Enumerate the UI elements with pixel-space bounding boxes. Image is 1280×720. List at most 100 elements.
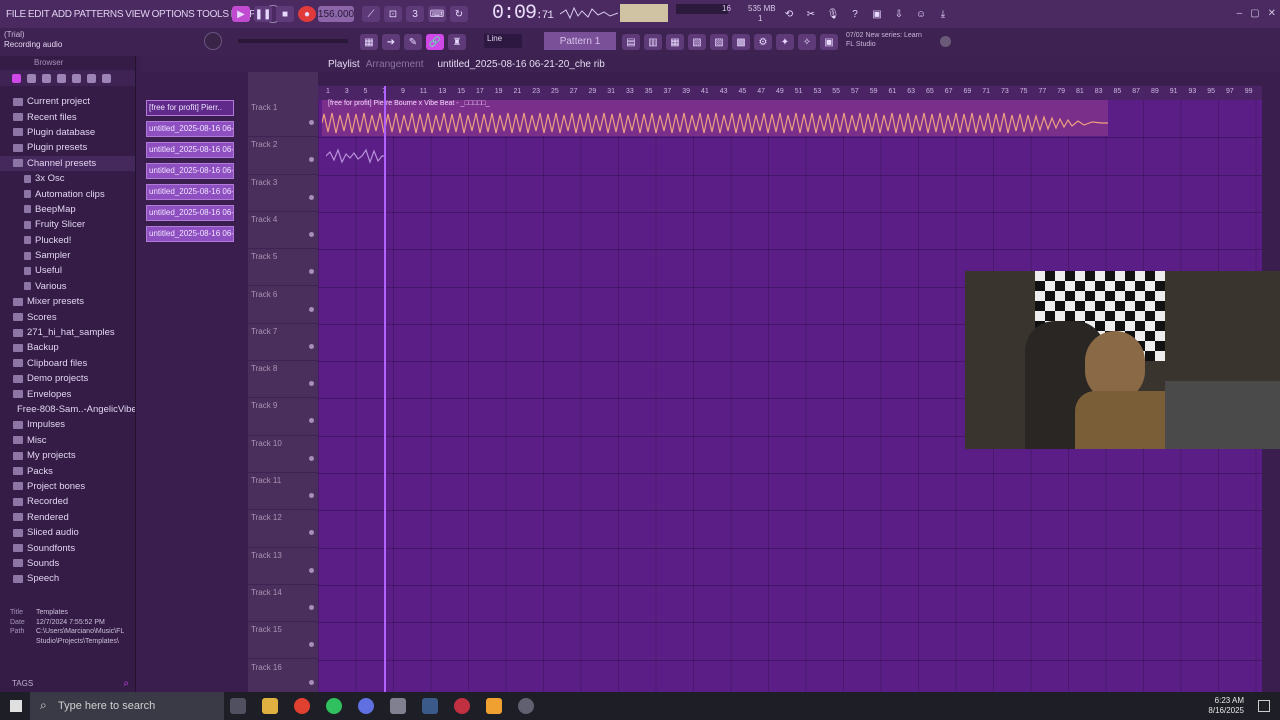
maximize-icon[interactable]: ▢ [1250, 8, 1259, 19]
audio-clip[interactable]: [free for profit] Pierre Bourne x Vibe B… [322, 100, 1108, 136]
master-pitch-slider[interactable] [238, 39, 348, 43]
track-header[interactable]: Track 6 [248, 287, 318, 324]
track-header[interactable]: Track 1 [248, 100, 318, 138]
timeline-ruler[interactable]: 1357911131517192123252729313335373941434… [318, 86, 1262, 100]
browser-item[interactable]: 3x Osc [0, 171, 135, 186]
browser-item[interactable]: Project bones [0, 479, 135, 494]
undo-icon[interactable]: ⟲ [780, 6, 798, 22]
obs-icon[interactable] [454, 698, 470, 714]
tempo-display[interactable]: 156.000 [318, 6, 354, 22]
track-header[interactable]: Track 5 [248, 249, 318, 287]
recorded-audio-clip[interactable] [326, 144, 386, 168]
browser-item[interactable]: Packs [0, 463, 135, 478]
track-mute-icon[interactable] [309, 269, 314, 275]
browser-item[interactable]: BeepMap [0, 202, 135, 217]
piano-roll-icon[interactable]: ▥ [644, 34, 662, 50]
track-header[interactable]: Track 9 [248, 398, 318, 436]
touch-controller-icon[interactable]: ✦ [776, 34, 794, 50]
browser-item[interactable]: Sounds [0, 556, 135, 571]
browser-item[interactable]: 271_hi_hat_samples [0, 325, 135, 340]
track-mute-icon[interactable] [309, 343, 314, 349]
metronome-icon[interactable]: ⟋ [362, 6, 380, 22]
browser-item[interactable]: Channel presets [0, 155, 135, 171]
media-app-icon[interactable] [390, 698, 406, 714]
track-mute-icon[interactable] [309, 493, 314, 498]
step-edit-icon[interactable]: ⌨ [428, 6, 446, 22]
track-mute-icon[interactable] [309, 418, 314, 424]
menu-tools[interactable]: TOOLS [196, 9, 229, 20]
menu-view[interactable]: VIEW [125, 9, 150, 20]
menu-patterns[interactable]: PATTERNS [74, 9, 124, 20]
loop-record-icon[interactable]: ↻ [450, 6, 468, 22]
clip-button[interactable]: untitled_2025-08-16 06-.. [146, 163, 234, 179]
track-mute-icon[interactable] [309, 455, 314, 461]
stamp-icon[interactable]: ♜ [448, 34, 466, 50]
track-mute-icon[interactable] [309, 231, 314, 237]
cloud-icon[interactable] [72, 73, 81, 83]
project-info-icon[interactable]: ▩ [732, 34, 750, 50]
browser-item[interactable]: Automation clips [0, 186, 135, 201]
record-button[interactable]: ● [298, 6, 316, 22]
main-pitch-knob[interactable] [204, 32, 222, 50]
browser-item[interactable]: Envelopes [0, 386, 135, 401]
track-header[interactable]: Track 13 [248, 548, 318, 585]
stop-button[interactable]: ■ [276, 6, 294, 22]
mixer-icon[interactable]: ▧ [688, 34, 706, 50]
clip-button[interactable]: untitled_2025-08-16 06-.. [146, 142, 234, 158]
link-icon[interactable]: 🔗 [426, 34, 444, 50]
browser-item[interactable]: Impulses [0, 417, 135, 432]
browser-item[interactable]: Misc [0, 433, 135, 448]
minimize-icon[interactable]: – [1237, 8, 1243, 19]
start-icon[interactable] [10, 700, 22, 712]
chat-icon[interactable]: ☺ [912, 6, 930, 22]
spotify-icon[interactable] [326, 698, 342, 714]
steam-icon[interactable] [422, 698, 438, 714]
star-icon[interactable] [87, 73, 96, 83]
download-icon[interactable]: ⤓ [934, 6, 952, 22]
track-mute-icon[interactable] [309, 157, 314, 163]
song-mode-button[interactable]: ▶ [232, 6, 250, 22]
channel-rack-icon[interactable]: ▦ [666, 34, 684, 50]
browser-item[interactable]: Current project [0, 94, 135, 109]
browser-icon[interactable]: ▨ [710, 34, 728, 50]
track-mute-icon[interactable] [309, 306, 314, 312]
clip-button[interactable]: untitled_2025-08-16 06-.. [146, 205, 234, 221]
browser-item[interactable]: Sampler [0, 248, 135, 263]
track-header[interactable]: Track 10 [248, 436, 318, 473]
track-header[interactable]: Track 7 [248, 324, 318, 362]
track-header[interactable]: Track 4 [248, 212, 318, 250]
browser-item[interactable]: Scores [0, 309, 135, 324]
playlist-icon[interactable]: ▤ [622, 34, 640, 50]
track-header[interactable]: Track 14 [248, 585, 318, 623]
pattern-selector[interactable]: Pattern 1 [544, 32, 616, 50]
arrow-icon[interactable]: ➜ [382, 34, 400, 50]
browser-item[interactable]: Recent files [0, 109, 135, 124]
browser-item[interactable]: Speech [0, 571, 135, 586]
cut-icon[interactable]: ✂ [802, 6, 820, 22]
track-mute-icon[interactable] [309, 567, 314, 573]
track-mute-icon[interactable] [309, 679, 314, 685]
track-mute-icon[interactable] [309, 642, 314, 648]
browser-item[interactable]: Clipboard files [0, 356, 135, 371]
snap-mode-select[interactable]: Line [484, 34, 522, 48]
track-mute-icon[interactable] [309, 120, 314, 125]
browser-item[interactable]: Plugin database [0, 125, 135, 140]
close-icon[interactable]: ✕ [1268, 8, 1276, 19]
taskbar-search[interactable]: ⌕ Type here to search [30, 692, 224, 720]
arrangement-name[interactable]: untitled_2025-08-16 06-21-20_che rib [438, 59, 605, 70]
track-header[interactable]: Track 8 [248, 361, 318, 399]
clip-button[interactable]: [free for profit] Pierr.. [146, 100, 234, 116]
menu-file[interactable]: FILE [6, 9, 26, 20]
microphone-icon[interactable]: 🎙 [824, 6, 842, 22]
clip-button[interactable]: untitled_2025-08-16 06-.. [146, 121, 234, 137]
browser-item[interactable]: Useful [0, 263, 135, 278]
clip-button[interactable]: untitled_2025-08-16 06-.. [146, 184, 234, 200]
file-explorer-icon[interactable] [262, 698, 278, 714]
menu-options[interactable]: OPTIONS [152, 9, 195, 20]
wait-input-icon[interactable]: ⊡ [384, 6, 402, 22]
chrome-icon[interactable] [294, 698, 310, 714]
news-icon[interactable]: ▣ [820, 34, 838, 50]
track-mute-icon[interactable] [309, 604, 314, 610]
account-icon[interactable] [940, 36, 951, 47]
news-panel[interactable]: 07/02 New series: Learn FL Studio [846, 31, 922, 49]
